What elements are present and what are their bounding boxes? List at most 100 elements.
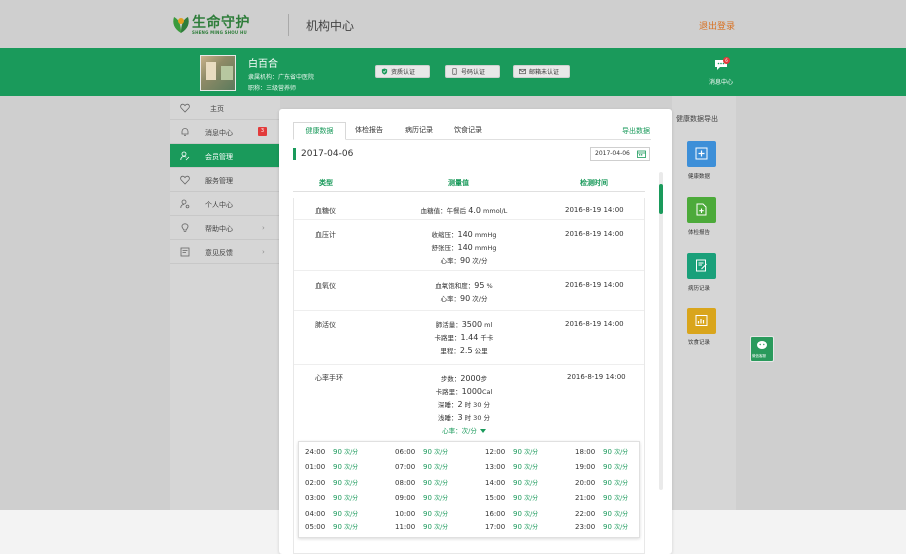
heart-rate-entry: 21:00 90 次/分	[575, 493, 628, 507]
heart-rate-unit: 次/分	[344, 449, 359, 456]
scrollbar-thumb[interactable]	[659, 184, 663, 214]
sidebar-item-label: 服务管理	[205, 177, 233, 185]
tab-health-data[interactable]: 健康数据	[293, 122, 346, 140]
logout-link[interactable]: 退出登录	[699, 19, 735, 32]
value-unit: 千卡	[478, 334, 494, 342]
phone-cert-button[interactable]: 号码认证	[445, 65, 500, 78]
heart-rate-time: 06:00	[395, 448, 416, 456]
scrollbar-track[interactable]	[659, 172, 663, 490]
heart-rate-time: 01:00	[305, 463, 326, 471]
export-data-link[interactable]: 导出数据	[622, 126, 650, 136]
sidebar-item-label: 个人中心	[205, 201, 233, 209]
user-gear-icon	[180, 199, 190, 209]
heart-rate-time: 15:00	[485, 494, 506, 502]
mail-icon	[519, 68, 526, 75]
record-values: 收缩压：140 mmHg 舒张压：140 mmHg 心率：90 次/分	[404, 229, 524, 268]
value-unit: %	[484, 282, 493, 290]
value-number: 4.0	[468, 206, 481, 215]
heart-rate-value: 90	[603, 510, 615, 518]
record-value-line: 步数：2000步	[404, 373, 524, 383]
bulb-icon	[181, 223, 189, 232]
heart-rate-entry: 17:00 90 次/分	[485, 522, 538, 536]
value-label: 心率：	[440, 257, 461, 265]
export-exam-report-button[interactable]	[687, 197, 716, 223]
sidebar-item-messages[interactable]: 消息中心 3	[170, 120, 280, 144]
export-medical-record-button[interactable]	[687, 253, 716, 279]
value-number: 95	[474, 281, 485, 290]
email-cert-button[interactable]: 邮箱未认证	[513, 65, 570, 78]
qualification-cert-button[interactable]: 资质认证	[375, 65, 430, 78]
record-time: 2016-8-19 14:00	[565, 206, 624, 214]
column-header-value: 测量值	[448, 179, 469, 187]
sidebar-item-feedback[interactable]: 意见反馈 ›	[170, 240, 280, 264]
value-label: 卡路里：	[434, 334, 461, 342]
value-number: 90	[460, 294, 471, 303]
avatar[interactable]	[200, 55, 236, 91]
heart-rate-entry: 03:00 90 次/分	[305, 493, 358, 507]
heart-rate-time: 09:00	[395, 494, 416, 502]
heart-rate-value: 90	[603, 479, 615, 487]
heart-rate-unit: 次/分	[614, 524, 629, 531]
value-unit: 次/分	[470, 295, 488, 303]
message-count-badge: 6	[723, 57, 730, 64]
sidebar-item-help[interactable]: 帮助中心 ›	[170, 216, 280, 240]
heart-rate-unit: 次/分	[524, 511, 539, 518]
user-edit-icon	[180, 151, 190, 161]
heart-rate-entry: 11:00 90 次/分	[395, 522, 448, 536]
record-type: 肺活仪	[315, 321, 336, 329]
export-diet-record-button[interactable]	[687, 308, 716, 334]
date-picker-input[interactable]: 2017-04-06	[590, 147, 650, 161]
sidebar-item-profile[interactable]: 个人中心	[170, 192, 280, 216]
heart-rate-value: 90	[423, 479, 435, 487]
value-number: 3500	[461, 320, 483, 329]
tab-medical-record[interactable]: 病历记录	[392, 122, 446, 140]
heart-rate-value: 90	[603, 523, 615, 531]
heart-rate-entry: 24:00 90 次/分	[305, 447, 358, 461]
sidebar-item-label: 意见反馈	[205, 249, 233, 257]
heart-rate-unit: 次/分	[524, 464, 539, 471]
heart-rate-entry: 06:00 90 次/分	[395, 447, 448, 461]
heart-rate-time: 19:00	[575, 463, 596, 471]
sidebar-item-label: 会员管理	[205, 153, 233, 161]
cert-label: 邮箱未认证	[529, 69, 560, 76]
record-type: 血压计	[315, 231, 336, 239]
record-values: 血糖值：午餐后 4.0 mmol/L	[404, 205, 524, 218]
caret-down-icon	[479, 429, 486, 433]
heart-rate-time: 04:00	[305, 510, 326, 518]
tab-exam-report[interactable]: 体检报告	[346, 122, 392, 140]
heart-rate-unit: 次/分	[614, 449, 629, 456]
sidebar-item-members[interactable]: 会员管理	[170, 144, 280, 168]
sidebar-item-services[interactable]: 服务管理	[170, 168, 280, 192]
value-number: 1000	[461, 387, 483, 396]
record-value-line: 卡路里：1000Cal	[404, 386, 524, 396]
heart-rate-unit: 次/分	[434, 524, 449, 531]
heart-rate-entry: 12:00 90 次/分	[485, 447, 538, 461]
sidebar-item-home[interactable]: 主页	[170, 96, 280, 120]
record-time: 2016-8-19 14:00	[565, 281, 624, 289]
export-health-data-button[interactable]	[687, 141, 716, 167]
heart-rate-value: 90	[423, 448, 435, 456]
tab-diet-record[interactable]: 饮食记录	[446, 122, 490, 140]
logo-leaf-icon	[173, 17, 189, 33]
logo[interactable]: 生命守护 SHENG MING SHOU HU	[170, 12, 258, 40]
record-time: 2016-8-19 14:00	[565, 230, 624, 238]
value-number: 140	[457, 243, 473, 252]
record-value-line: 舒张压：140 mmHg	[404, 242, 524, 252]
table-row: 血氧仪 血氧饱和度：95 % 心率：90 次/分 2016-8-19 14:00	[294, 271, 644, 311]
value-label: 里程：	[440, 347, 460, 355]
column-header-type: 类型	[319, 179, 333, 187]
value-number: 90	[460, 256, 471, 265]
heart-rate-unit: 次/分	[344, 524, 359, 531]
wechat-service-label: 微信客服	[752, 354, 766, 358]
heart-rate-toggle[interactable]: 心率：次/分	[404, 425, 524, 435]
heart-rate-entry: 14:00 90 次/分	[485, 478, 538, 492]
sidebar-item-label: 消息中心	[205, 129, 233, 137]
heart-rate-entry: 15:00 90 次/分	[485, 493, 538, 507]
feedback-icon	[180, 247, 190, 257]
record-value-line: 浅睡：3 时 30 分	[404, 412, 524, 422]
heart-rate-time: 11:00	[395, 523, 416, 531]
heart-rate-value: 90	[603, 463, 615, 471]
calendar-icon[interactable]	[637, 150, 646, 158]
shield-check-icon	[381, 68, 388, 75]
message-center-label[interactable]: 消息中心	[709, 77, 733, 86]
